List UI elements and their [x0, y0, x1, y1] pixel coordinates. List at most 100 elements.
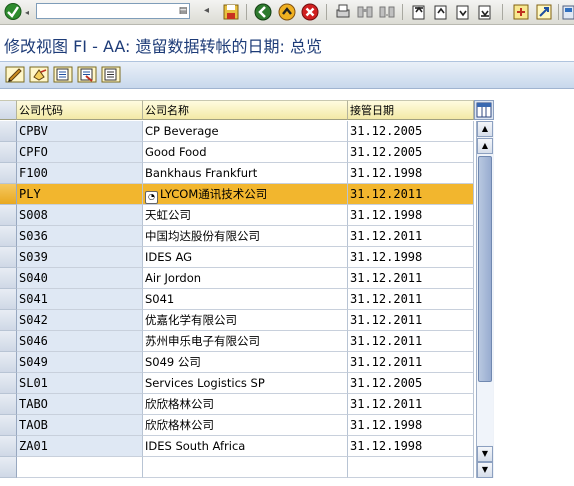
takeover-date-cell[interactable]: 31.12.1998 — [348, 436, 474, 457]
vertical-scrollbar[interactable]: ▲ ▲ ▼ ▼ — [476, 121, 494, 478]
detail-icon[interactable]: ◔ — [145, 191, 158, 204]
takeover-date-cell[interactable]: 31.12.1998 — [348, 247, 474, 268]
table-row[interactable]: S049 S049 公司 31.12.2011 — [0, 352, 496, 373]
column-header-takeover-date[interactable]: 接管日期 — [348, 100, 474, 120]
takeover-date-cell[interactable] — [348, 457, 474, 478]
find-next-icon[interactable] — [378, 3, 396, 21]
select-all-icon[interactable] — [101, 65, 121, 84]
takeover-date-cell[interactable]: 31.12.2011 — [348, 268, 474, 289]
scroll-up-button[interactable]: ▲ — [477, 121, 493, 137]
company-code-cell[interactable]: SL01 — [17, 373, 143, 394]
company-code-cell[interactable] — [17, 457, 143, 478]
table-row[interactable]: F100 Bankhaus Frankfurt 31.12.1998 — [0, 163, 496, 184]
table-row[interactable]: TABO 欣欣格林公司 31.12.2011 — [0, 394, 496, 415]
create-session-icon[interactable] — [512, 3, 530, 21]
scroll-down-button[interactable]: ▼ — [477, 462, 493, 478]
table-row[interactable]: ZA01 IDES South Africa 31.12.1998 — [0, 436, 496, 457]
previous-page-icon[interactable] — [432, 3, 450, 21]
row-selector[interactable] — [0, 121, 17, 142]
takeover-date-cell[interactable]: 31.12.2005 — [348, 373, 474, 394]
company-code-cell[interactable]: S041 — [17, 289, 143, 310]
back-icon[interactable] — [254, 3, 272, 21]
scroll-thumb[interactable] — [478, 156, 492, 382]
undo-icon[interactable] — [29, 65, 49, 84]
delete-icon[interactable] — [77, 65, 97, 84]
table-row[interactable]: S008 天虹公司 31.12.1998 — [0, 205, 496, 226]
command-field[interactable]: ▤ — [36, 3, 190, 19]
company-code-cell[interactable]: S040 — [17, 268, 143, 289]
last-page-icon[interactable] — [476, 3, 494, 21]
takeover-date-cell[interactable]: 31.12.2011 — [348, 352, 474, 373]
table-row[interactable]: S036 中国均达股份有限公司 31.12.2011 — [0, 226, 496, 247]
table-row[interactable] — [0, 457, 496, 478]
row-selector[interactable] — [0, 226, 17, 247]
takeover-date-cell[interactable]: 31.12.2011 — [348, 331, 474, 352]
table-row[interactable]: S041 S041 31.12.2011 — [0, 289, 496, 310]
column-header-company-code[interactable]: 公司代码 — [17, 100, 143, 120]
table-settings-button[interactable] — [474, 100, 494, 120]
row-selector[interactable] — [0, 352, 17, 373]
takeover-date-cell[interactable]: 31.12.2011 — [348, 394, 474, 415]
row-selector[interactable] — [0, 163, 17, 184]
company-code-cell[interactable]: S039 — [17, 247, 143, 268]
row-selector[interactable] — [0, 142, 17, 163]
takeover-date-cell[interactable]: 31.12.2011 — [348, 226, 474, 247]
cancel-icon[interactable] — [301, 3, 319, 21]
company-code-cell[interactable]: PLY — [17, 184, 143, 205]
takeover-date-cell[interactable]: 31.12.2011 — [348, 289, 474, 310]
company-code-cell[interactable]: S008 — [17, 205, 143, 226]
scroll-track[interactable] — [477, 155, 493, 445]
takeover-date-cell[interactable]: 31.12.1998 — [348, 163, 474, 184]
company-code-cell[interactable]: CPBV — [17, 121, 143, 142]
expand-arrow-icon[interactable]: ◂ — [25, 8, 29, 17]
company-code-cell[interactable]: TAOB — [17, 415, 143, 436]
find-icon[interactable] — [356, 3, 374, 21]
collapse-arrow-icon[interactable]: ◂ — [204, 5, 209, 16]
row-selector[interactable] — [0, 394, 17, 415]
column-header-company-name[interactable]: 公司名称 — [143, 100, 348, 120]
exit-icon[interactable] — [278, 3, 296, 21]
table-row[interactable]: TAOB 欣欣格林公司 31.12.1998 — [0, 415, 496, 436]
row-selector[interactable] — [0, 415, 17, 436]
company-code-cell[interactable]: S036 — [17, 226, 143, 247]
row-selector[interactable] — [0, 205, 17, 226]
table-row[interactable]: CPBV CP Beverage 31.12.2005 — [0, 121, 496, 142]
company-code-cell[interactable]: F100 — [17, 163, 143, 184]
table-row[interactable]: SL01 Services Logistics SP 31.12.2005 — [0, 373, 496, 394]
company-code-cell[interactable]: ZA01 — [17, 436, 143, 457]
company-code-cell[interactable]: S042 — [17, 310, 143, 331]
takeover-date-cell[interactable]: 31.12.1998 — [348, 415, 474, 436]
table-row[interactable]: S042 优嘉化学有限公司 31.12.2011 — [0, 310, 496, 331]
row-selector[interactable] — [0, 247, 17, 268]
row-selector[interactable] — [0, 373, 17, 394]
next-page-icon[interactable] — [454, 3, 472, 21]
takeover-date-cell[interactable]: 31.12.2005 — [348, 142, 474, 163]
display-change-icon[interactable] — [5, 65, 25, 84]
company-code-cell[interactable]: CPFO — [17, 142, 143, 163]
row-selector[interactable] — [0, 457, 17, 478]
row-selector[interactable] — [0, 331, 17, 352]
help-icon[interactable] — [535, 3, 553, 21]
customize-layout-icon[interactable] — [562, 3, 574, 21]
save-icon[interactable] — [222, 3, 240, 21]
command-input[interactable] — [37, 4, 179, 19]
copy-as-icon[interactable] — [53, 65, 73, 84]
table-row[interactable]: PLY ◔ LYCOM通讯技术公司 31.12.2011 — [0, 184, 496, 205]
table-row[interactable]: S040 Air Jordon 31.12.2011 — [0, 268, 496, 289]
enter-check-icon[interactable] — [2, 2, 24, 21]
table-row[interactable]: S039 IDES AG 31.12.1998 — [0, 247, 496, 268]
row-selector[interactable] — [0, 289, 17, 310]
select-all-rows-button[interactable] — [0, 100, 17, 120]
row-selector[interactable] — [0, 310, 17, 331]
row-selector[interactable] — [0, 184, 17, 205]
scroll-page-down-button[interactable]: ▼ — [477, 446, 493, 462]
takeover-date-cell[interactable]: 31.12.1998 — [348, 205, 474, 226]
table-row[interactable]: S046 苏州申乐电子有限公司 31.12.2011 — [0, 331, 496, 352]
takeover-date-cell[interactable]: 31.12.2011 — [348, 184, 474, 205]
command-history-icon[interactable]: ▤ — [178, 5, 188, 17]
scroll-page-up-button[interactable]: ▲ — [477, 138, 493, 154]
takeover-date-cell[interactable]: 31.12.2005 — [348, 121, 474, 142]
takeover-date-cell[interactable]: 31.12.2011 — [348, 310, 474, 331]
table-row[interactable]: CPFO Good Food 31.12.2005 — [0, 142, 496, 163]
first-page-icon[interactable] — [410, 3, 428, 21]
